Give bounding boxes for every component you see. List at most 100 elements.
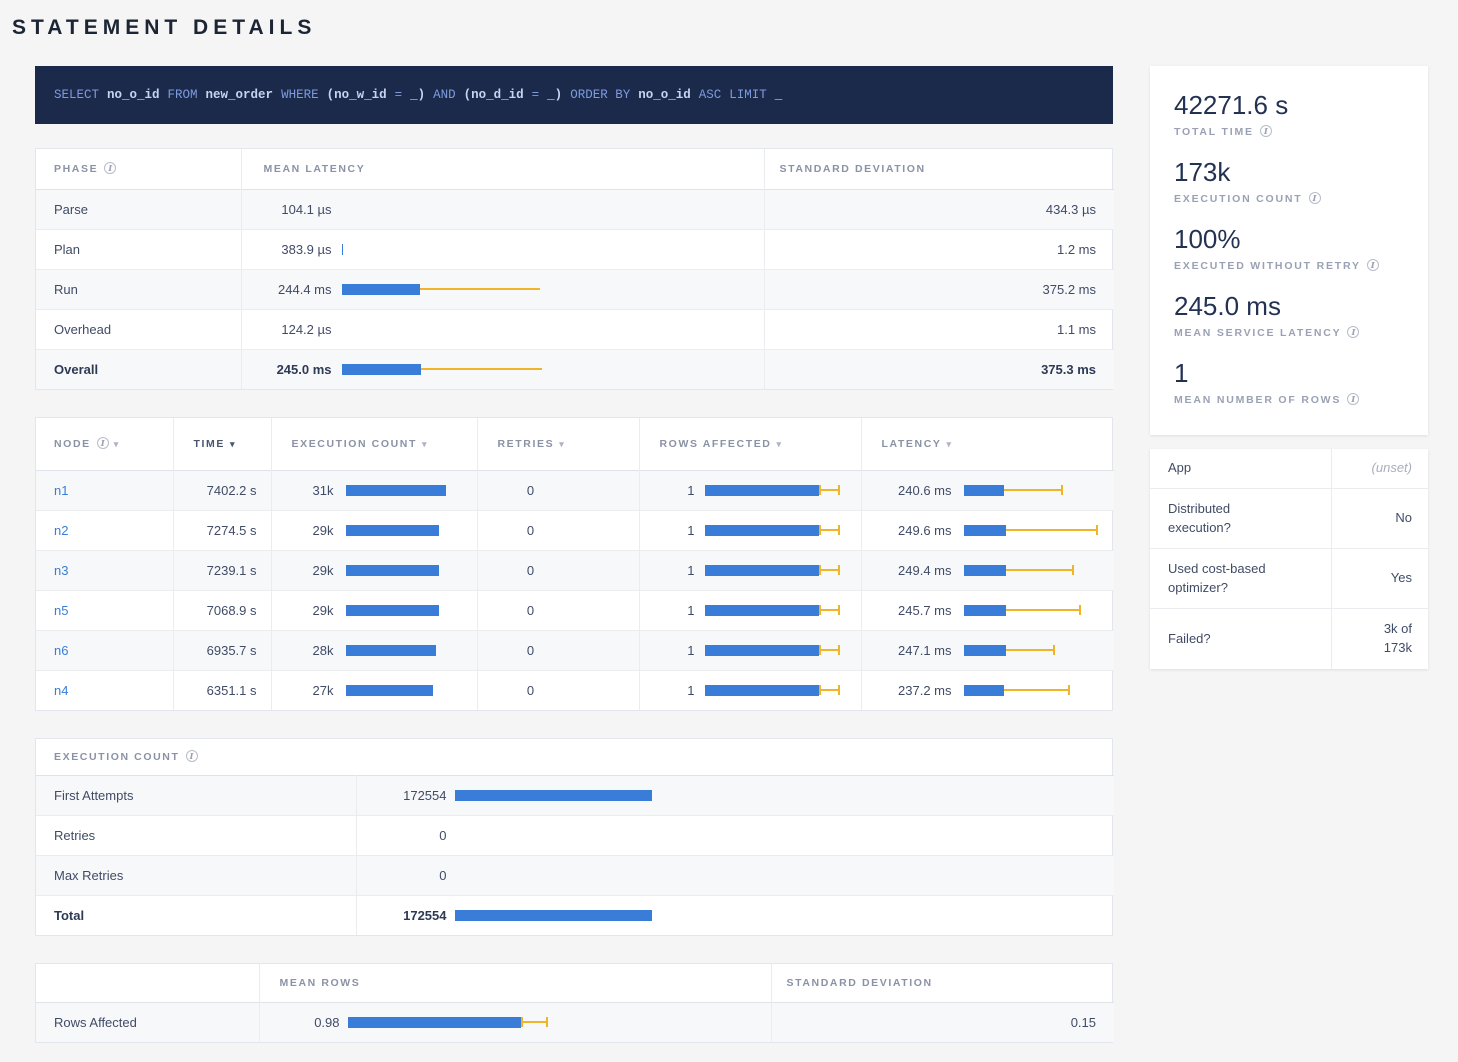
node-link[interactable]: n1 [54, 483, 68, 498]
count-bar [346, 605, 440, 616]
execution-count-cell: 27k [271, 670, 477, 710]
phase-row: Run 244.4 ms [36, 269, 1114, 309]
info-icon[interactable] [1347, 326, 1359, 338]
mean-latency-header-label: MEAN LATENCY [264, 163, 366, 175]
mean-bar [964, 565, 1006, 576]
rows-affected-value: 1 [660, 603, 695, 618]
info-icon[interactable] [186, 750, 198, 762]
detail-label: App [1150, 449, 1332, 488]
time-col-header[interactable]: TIME [173, 418, 271, 470]
mean-bar [705, 485, 820, 496]
node-cell: n1 [36, 470, 173, 510]
detail-label: Failed? [1150, 609, 1332, 669]
execution-count-row-value: 172554 [357, 908, 447, 923]
stddev-value: 434.3 µs [764, 189, 1114, 229]
stddev-value: 1.2 ms [764, 229, 1114, 269]
execution-count-bar-chart [346, 605, 446, 616]
detail-label-text: Failed? [1168, 630, 1211, 649]
rows-affected-table: MEAN ROWS STANDARD DEVIATION Rows Affect… [35, 963, 1113, 1043]
sql-token: (no_w_id [327, 88, 387, 102]
mean-latency-value: 383.9 µs [264, 242, 332, 257]
metric-value: 173k [1174, 157, 1404, 188]
execution-count-value: 29k [284, 523, 334, 538]
sort-down-icon[interactable] [114, 439, 120, 449]
info-icon[interactable] [1309, 192, 1321, 204]
latency-col-header[interactable]: LATENCY [861, 418, 1114, 470]
sort-down-icon[interactable] [777, 439, 783, 449]
latency-value: 249.4 ms [882, 563, 952, 578]
node-cell: n4 [36, 670, 173, 710]
latency-bar-chart [342, 324, 542, 335]
execution-count-bar-chart [455, 830, 652, 841]
stddev-value: 375.2 ms [764, 269, 1114, 309]
mean-rows-cell: 0.98 [259, 1002, 771, 1042]
main-column: SELECTno_o_idFROMnew_orderWHERE(no_w_id=… [35, 66, 1113, 1043]
sort-down-icon[interactable] [230, 439, 236, 449]
rows-affected-col-header[interactable]: ROWS AFFECTED [639, 418, 861, 470]
node-link[interactable]: n3 [54, 563, 68, 578]
mean-bar [705, 525, 820, 536]
metric-value: 245.0 ms [1174, 291, 1404, 322]
metric-label: MEAN NUMBER OF ROWS [1174, 393, 1404, 406]
execution-count-cell: 29k [271, 510, 477, 550]
node-header-label: NODE [54, 438, 91, 450]
metric-label-text: EXECUTED WITHOUT RETRY [1174, 260, 1361, 272]
metric-value: 42271.6 s [1174, 90, 1404, 121]
node-col-header[interactable]: NODE [36, 418, 173, 470]
info-icon[interactable] [1367, 259, 1379, 271]
latency-value: 245.7 ms [882, 603, 952, 618]
execution-count-col-header[interactable]: EXECUTION COUNT [271, 418, 477, 470]
latency-bar-chart [964, 485, 1104, 496]
retries-col-header[interactable]: RETRIES [477, 418, 639, 470]
sql-token: _) [410, 88, 425, 102]
node-link[interactable]: n2 [54, 523, 68, 538]
mean-tick [819, 685, 821, 695]
latency-bar-chart [342, 204, 542, 215]
info-icon[interactable] [97, 437, 109, 449]
node-link[interactable]: n4 [54, 683, 68, 698]
sort-down-icon[interactable] [559, 439, 565, 449]
latency-bar-chart [964, 685, 1104, 696]
metric-label: TOTAL TIME [1174, 125, 1404, 138]
execution-count-bar-chart [455, 790, 652, 801]
detail-row: App (unset) [1150, 449, 1428, 489]
mean-bar [342, 244, 343, 255]
stddev-end-tick [1096, 525, 1098, 535]
phase-row: Parse 104.1 µs [36, 189, 1114, 229]
stddev-col-header: STANDARD DEVIATION [764, 149, 1114, 189]
sql-token: _ [775, 88, 783, 102]
stddev-header-label: STANDARD DEVIATION [780, 163, 926, 175]
node-link[interactable]: n5 [54, 603, 68, 618]
execution-count-row-value: 172554 [357, 788, 447, 803]
info-icon[interactable] [1347, 393, 1359, 405]
sort-down-icon[interactable] [422, 439, 428, 449]
mean-tick [819, 605, 821, 615]
rows-affected-header-label: ROWS AFFECTED [660, 438, 772, 450]
node-cell: n2 [36, 510, 173, 550]
metric-label-text: EXECUTION COUNT [1174, 193, 1303, 205]
node-cell: n5 [36, 590, 173, 630]
retries-header-label: RETRIES [498, 438, 555, 450]
stddev-end-tick [546, 1017, 548, 1027]
time-value: 7239.1 s [173, 550, 271, 590]
latency-bar-chart [964, 565, 1104, 576]
node-row: n2 7274.5 s 29k 0 [36, 510, 1114, 550]
mean-tick [819, 485, 821, 495]
sort-down-icon[interactable] [947, 439, 953, 449]
rows-affected-cell: 1 [639, 550, 861, 590]
stddev-end-tick [838, 525, 840, 535]
summary-metric: 173k EXECUTION COUNT [1174, 157, 1404, 205]
detail-row: Used cost-based optimizer? Yes [1150, 549, 1428, 609]
node-cell: n6 [36, 630, 173, 670]
node-link[interactable]: n6 [54, 643, 68, 658]
mean-rows-col-header: MEAN ROWS [259, 964, 771, 1002]
info-icon[interactable] [1260, 125, 1272, 137]
latency-value: 240.6 ms [882, 483, 952, 498]
execution-count-cell: 29k [271, 550, 477, 590]
execution-count-value: 29k [284, 563, 334, 578]
info-icon[interactable] [104, 162, 116, 174]
execution-count-row-label: Total [36, 895, 356, 935]
execution-count-row: Max Retries 0 [36, 855, 1114, 895]
stddev-value: 375.3 ms [764, 349, 1114, 389]
retries-value: 0 [477, 590, 639, 630]
